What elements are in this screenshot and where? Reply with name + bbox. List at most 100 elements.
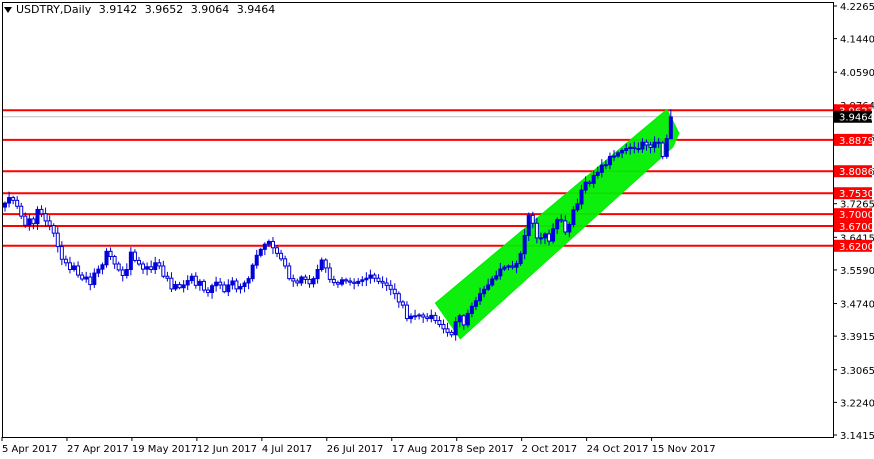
bull-candle <box>413 315 418 318</box>
bear-candle <box>636 148 641 151</box>
bull-candle <box>640 141 645 150</box>
bull-candle <box>571 209 576 225</box>
bear-candle <box>295 280 300 284</box>
bull-candle <box>457 315 462 323</box>
bear-candle <box>388 284 393 290</box>
bear-candle <box>157 262 162 267</box>
bear-candle <box>376 277 381 282</box>
bull-candle <box>311 278 316 285</box>
bear-candle <box>218 281 223 286</box>
bull-candle <box>595 171 600 176</box>
bear-candle <box>234 280 239 290</box>
bull-candle <box>498 268 503 277</box>
bear-candle <box>449 331 454 336</box>
bull-candle <box>173 284 178 290</box>
bear-candle <box>587 181 592 184</box>
bull-candle <box>616 152 621 157</box>
x-tick-label: 4 Jul 2017 <box>262 444 312 455</box>
bull-candle <box>100 264 105 270</box>
bull-candle <box>254 254 259 266</box>
bull-candle <box>262 243 267 250</box>
level-label: 3.6200 <box>839 242 874 253</box>
bull-candle <box>628 146 633 150</box>
bull-candle <box>27 218 32 226</box>
bull-candle <box>575 203 580 211</box>
bull-candle <box>542 233 547 239</box>
high-value: 3.9652 <box>144 3 184 16</box>
bear-candle <box>437 320 442 325</box>
bear-candle <box>563 220 568 233</box>
bull-candle <box>128 251 133 271</box>
bear-candle <box>660 142 665 157</box>
bear-candle <box>222 284 227 293</box>
bull-candle <box>417 314 422 317</box>
bull-candle <box>567 223 572 233</box>
bear-candle <box>461 315 466 326</box>
bear-candle <box>47 220 52 227</box>
x-tick-label: 15 Nov 2017 <box>652 444 716 455</box>
bull-candle <box>429 314 434 320</box>
bull-candle <box>356 280 361 284</box>
bull-candle <box>555 219 560 230</box>
bear-candle <box>559 219 564 222</box>
bull-candle <box>92 272 97 286</box>
y-tick-label: 3.4740 <box>840 300 874 311</box>
bull-candle <box>266 240 271 245</box>
bear-candle <box>169 277 174 290</box>
y-tick-label: 4.1440 <box>840 35 874 46</box>
bull-candle <box>197 280 202 286</box>
bull-candle <box>250 264 255 280</box>
bull-candle <box>238 286 243 290</box>
open-value: 3.9142 <box>98 3 138 16</box>
bear-candle <box>530 214 535 224</box>
bear-candle <box>547 233 552 242</box>
price-chart[interactable]: 4.22654.14404.05903.97643.89363.80863.72… <box>0 0 874 459</box>
bear-candle <box>59 246 64 260</box>
bull-candle <box>7 197 12 204</box>
plot-frame <box>2 2 834 438</box>
bear-candle <box>275 247 280 254</box>
bull-candle <box>579 189 584 205</box>
bull-candle <box>319 259 324 271</box>
bear-candle <box>201 280 206 291</box>
x-tick-label: 27 Apr 2017 <box>67 444 129 455</box>
level-label: 3.7530 <box>839 189 874 200</box>
bear-candle <box>445 328 450 333</box>
bull-candle <box>514 263 519 268</box>
collapse-triangle-icon[interactable] <box>4 7 12 13</box>
bear-candle <box>283 258 288 267</box>
bear-candle <box>404 304 409 320</box>
bull-candle <box>315 269 320 280</box>
bull-candle <box>551 228 556 242</box>
bear-candle <box>23 215 28 226</box>
bull-candle <box>668 116 673 140</box>
bear-candle <box>433 314 438 322</box>
x-tick-label: 17 Aug 2017 <box>392 444 456 455</box>
bear-candle <box>279 252 284 260</box>
bear-candle <box>632 146 637 150</box>
bear-candle <box>644 141 649 146</box>
bull-candle <box>664 138 669 157</box>
bull-candle <box>339 279 344 285</box>
x-tick-label: 2 Oct 2017 <box>522 444 577 455</box>
bull-candle <box>502 266 507 270</box>
bear-candle <box>534 222 539 239</box>
bull-candle <box>522 235 527 255</box>
bear-candle <box>149 266 154 271</box>
bear-candle <box>441 323 446 330</box>
bear-candle <box>372 274 377 279</box>
bear-candle <box>287 265 292 280</box>
bear-candle <box>76 265 81 276</box>
bear-candle <box>392 288 397 295</box>
bear-candle <box>400 301 405 306</box>
bull-candle <box>226 284 231 293</box>
bull-candle <box>364 277 369 281</box>
bear-candle <box>384 282 389 286</box>
level-label: 3.8879 <box>839 136 874 147</box>
bull-candle <box>482 288 487 295</box>
bull-candle <box>624 148 629 152</box>
bear-candle <box>132 251 137 261</box>
x-tick-label: 19 May 2017 <box>132 444 197 455</box>
bear-candle <box>425 316 430 320</box>
bear-candle <box>67 262 72 271</box>
